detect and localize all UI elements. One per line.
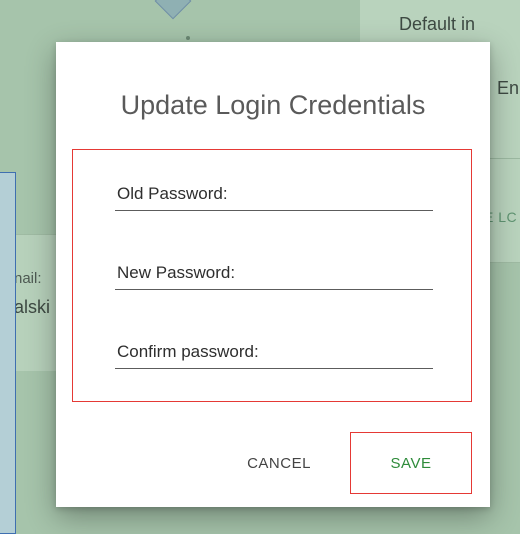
background-blue-frame xyxy=(0,172,16,534)
background-email-value: alski xyxy=(14,297,51,317)
update-credentials-dialog: Update Login Credentials Old Password: N… xyxy=(56,42,490,507)
dialog-actions: CANCEL SAVE xyxy=(56,432,490,494)
background-email-label: nail: xyxy=(14,270,42,287)
save-button[interactable]: SAVE xyxy=(350,432,472,494)
dialog-title: Update Login Credentials xyxy=(120,90,426,120)
confirm-password-label: Confirm password: xyxy=(117,342,259,361)
old-password-label: Old Password: xyxy=(117,184,228,203)
background-en-label: En xyxy=(497,78,520,98)
credential-fields-group: Old Password: New Password: Confirm pass… xyxy=(72,149,472,402)
background-default-label: Default in xyxy=(399,14,476,34)
new-password-field[interactable]: New Password: xyxy=(115,259,433,290)
cancel-button[interactable]: CANCEL xyxy=(224,433,334,493)
new-password-label: New Password: xyxy=(117,263,236,282)
old-password-field[interactable]: Old Password: xyxy=(115,180,433,211)
pointer-arrow-icon xyxy=(154,0,192,20)
confirm-password-field[interactable]: Confirm password: xyxy=(115,338,433,369)
dot-icon xyxy=(186,36,190,40)
